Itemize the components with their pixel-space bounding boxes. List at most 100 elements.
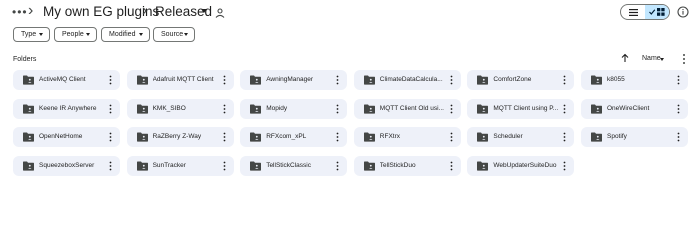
breadcrumb-overflow-button[interactable]: ••• <box>12 5 28 19</box>
folder-name: SqueezeboxServer <box>39 161 95 169</box>
chevron-down-icon <box>139 33 143 36</box>
folder-item[interactable]: MQTT Client using P... <box>467 98 575 119</box>
more-vert-icon[interactable] <box>336 132 339 142</box>
modified-filter-chip[interactable]: Modified <box>101 27 150 42</box>
folder-item[interactable]: ActiveMQ Client <box>13 70 120 90</box>
folder-name: TellStickDuo <box>379 161 416 169</box>
more-vert-icon[interactable] <box>223 104 226 114</box>
folder-item[interactable]: RFXcom_xPL <box>240 127 348 147</box>
shared-people-icon[interactable] <box>214 7 226 19</box>
more-vert-icon[interactable] <box>109 132 112 142</box>
folder-name: RaZBerry Z-Way <box>152 133 202 140</box>
more-vert-icon[interactable] <box>223 75 226 85</box>
folders-section-title: Folders <box>13 56 37 63</box>
folder-item[interactable]: MQTT Client Old usi... <box>353 98 461 119</box>
folder-item[interactable]: k8055 <box>581 70 688 90</box>
more-vert-icon[interactable] <box>336 104 339 114</box>
info-icon[interactable] <box>677 6 689 18</box>
more-vert-icon[interactable] <box>450 75 453 85</box>
shared-folder-icon <box>23 161 34 171</box>
more-vert-icon[interactable] <box>336 161 339 171</box>
people-filter-chip[interactable]: People <box>54 27 97 42</box>
sort-direction-arrow-up-icon[interactable] <box>620 53 630 63</box>
more-vert-icon[interactable] <box>563 104 566 114</box>
chevron-down-icon[interactable] <box>201 9 207 13</box>
folder-item[interactable]: TellStickClassic <box>240 155 348 176</box>
shared-folder-icon <box>477 161 489 171</box>
folder-name: OpenNetHome <box>39 133 83 140</box>
more-vert-icon[interactable] <box>563 161 566 171</box>
more-vert-icon[interactable] <box>677 132 680 142</box>
folder-name: AwningManager <box>266 76 314 83</box>
folder-item[interactable]: ClimateDataCalcula... <box>353 70 461 90</box>
folder-item[interactable]: RaZBerry Z-Way <box>126 127 234 147</box>
folder-item[interactable]: SqueezeboxServer <box>13 155 120 176</box>
folder-name: RFXcom_xPL <box>266 133 307 140</box>
folder-item[interactable]: Keene IR Anywhere <box>13 98 120 119</box>
list-view-button[interactable] <box>621 5 645 19</box>
list-icon <box>628 8 638 16</box>
folder-item[interactable]: RFXtrx <box>353 127 461 147</box>
more-vert-icon[interactable] <box>677 104 680 114</box>
more-vert-icon[interactable] <box>450 104 453 114</box>
more-vert-icon[interactable] <box>563 75 566 85</box>
more-vert-icon[interactable] <box>109 104 112 114</box>
sort-by-name-button[interactable]: Name <box>642 55 661 62</box>
folder-item[interactable]: SunTracker <box>126 155 234 176</box>
folder-item[interactable]: Scheduler <box>467 127 575 147</box>
header-bar: ••• › My own EG plugins › Released <box>0 0 700 26</box>
folder-item[interactable]: KMK_SIBO <box>126 98 234 119</box>
folder-item[interactable]: Adafruit MQTT Client <box>126 70 234 90</box>
grid-view-button[interactable] <box>645 5 669 19</box>
folder-name: Keene IR Anywhere <box>39 104 97 112</box>
chevron-down-icon <box>86 33 90 36</box>
more-vert-icon[interactable] <box>450 161 453 171</box>
more-vert-icon[interactable] <box>677 75 680 85</box>
chevron-right-icon: › <box>28 2 34 19</box>
shared-folder-icon <box>363 104 375 114</box>
shared-folder-icon <box>136 75 148 85</box>
shared-folder-icon <box>363 75 375 85</box>
more-vert-icon[interactable] <box>223 161 226 171</box>
view-toggle <box>620 4 670 20</box>
shared-folder-icon <box>136 104 148 114</box>
more-vert-icon[interactable] <box>109 161 112 171</box>
folder-name: ActiveMQ Client <box>39 76 86 83</box>
chevron-down-icon <box>39 33 43 36</box>
folder-item[interactable]: WebUpdaterSuiteDuo <box>467 155 575 176</box>
folder-name: ClimateDataCalcula... <box>379 76 443 83</box>
more-vert-icon[interactable] <box>450 132 453 142</box>
folder-item[interactable]: ComfortZone <box>467 70 575 90</box>
folder-item[interactable]: Mopidy <box>240 98 348 119</box>
folder-name: OneWireClient <box>607 104 650 112</box>
shared-folder-icon <box>23 75 34 85</box>
folder-item[interactable]: OpenNetHome <box>13 127 120 147</box>
source-filter-label: Source <box>161 31 184 38</box>
folder-item[interactable]: Spotify <box>581 127 688 147</box>
shared-folder-icon <box>136 161 148 171</box>
shared-folder-icon <box>250 75 262 85</box>
folder-name: RFXtrx <box>379 133 401 140</box>
shared-folder-icon <box>23 104 34 114</box>
shared-folder-icon <box>250 104 262 114</box>
folder-item[interactable]: TellStickDuo <box>353 155 461 176</box>
folder-item[interactable]: AwningManager <box>240 70 348 90</box>
folder-item[interactable]: OneWireClient <box>581 98 688 119</box>
more-vert-icon[interactable] <box>681 53 687 65</box>
shared-folder-icon <box>477 104 489 114</box>
folder-name: KMK_SIBO <box>152 104 186 112</box>
more-vert-icon[interactable] <box>336 75 339 85</box>
more-vert-icon[interactable] <box>109 75 112 85</box>
source-filter-chip[interactable]: Source <box>153 27 195 42</box>
shared-folder-icon <box>591 75 602 85</box>
shared-folder-icon <box>363 161 375 171</box>
more-vert-icon[interactable] <box>223 132 226 142</box>
folder-name: Scheduler <box>493 133 523 140</box>
chevron-down-icon[interactable] <box>660 58 664 61</box>
folder-name: Mopidy <box>266 104 288 112</box>
more-vert-icon[interactable] <box>563 132 566 142</box>
folder-name: k8055 <box>607 76 625 83</box>
type-filter-chip[interactable]: Type <box>13 27 50 42</box>
chevron-down-icon <box>184 33 188 36</box>
chevron-right-icon: › <box>142 2 148 19</box>
